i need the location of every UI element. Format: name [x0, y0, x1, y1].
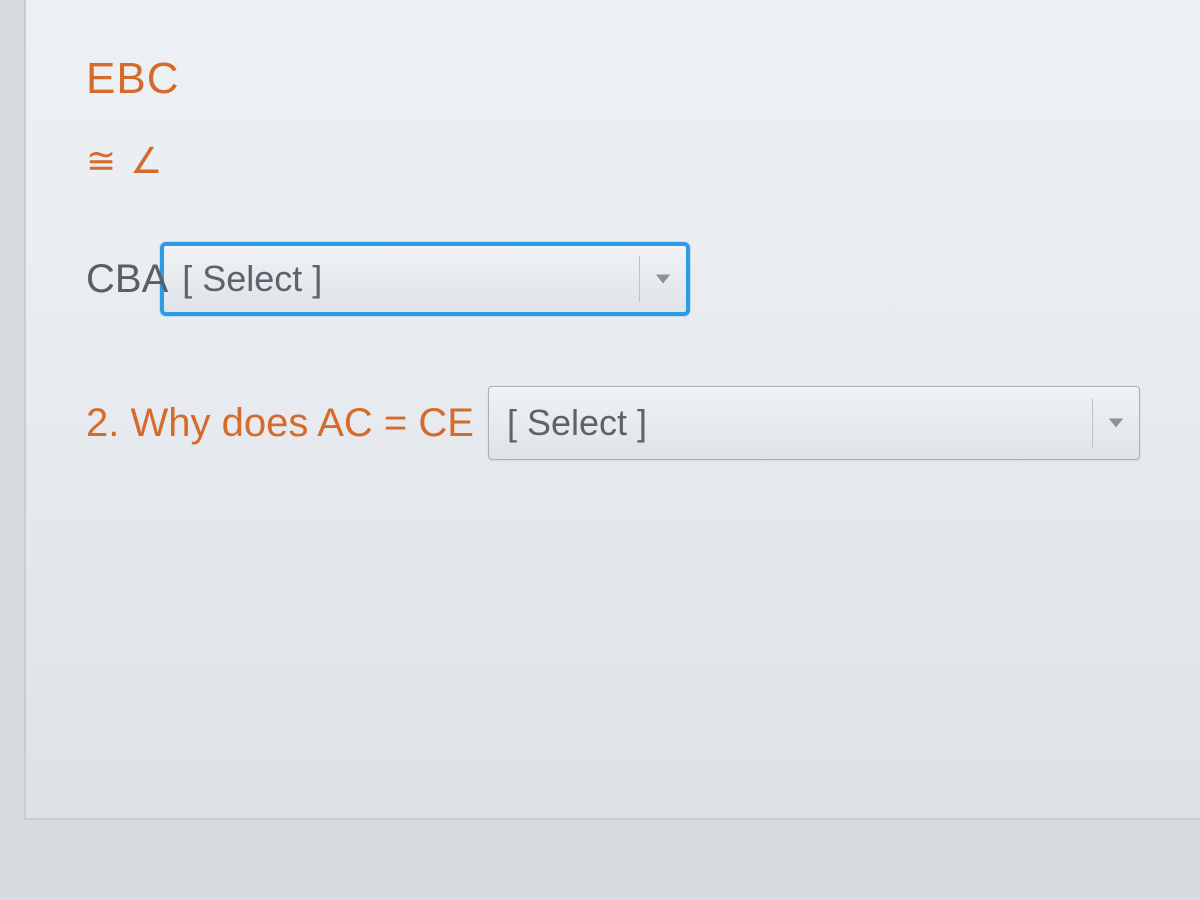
select-dropdown-2[interactable]: [ Select ]: [488, 386, 1140, 460]
select-dropdown-1[interactable]: [ Select ]: [160, 242, 690, 316]
select-2-caret: [1092, 398, 1129, 448]
question-2-text: 2. Why does AC = CE: [86, 401, 474, 446]
select-1-placeholder: [ Select ]: [182, 258, 322, 300]
chevron-down-icon: [654, 272, 672, 286]
question-2-row: 2. Why does AC = CE [ Select ]: [86, 386, 1140, 460]
select-1-caret: [639, 256, 676, 302]
text-ebc: EBC: [86, 54, 179, 103]
angle-symbol: ∠: [130, 140, 162, 182]
congruent-symbol: ≅: [86, 140, 116, 182]
question-panel: EBC ≅ ∠ CBA [ Select ] 2. Why does AC = …: [24, 0, 1200, 820]
select-2-placeholder: [ Select ]: [507, 402, 647, 444]
chevron-down-icon: [1107, 416, 1125, 430]
line-ebc: EBC: [86, 54, 1140, 104]
symbols-row: ≅ ∠: [86, 140, 1140, 182]
cba-row: CBA [ Select ]: [86, 242, 1140, 316]
text-cba: CBA: [86, 257, 168, 302]
